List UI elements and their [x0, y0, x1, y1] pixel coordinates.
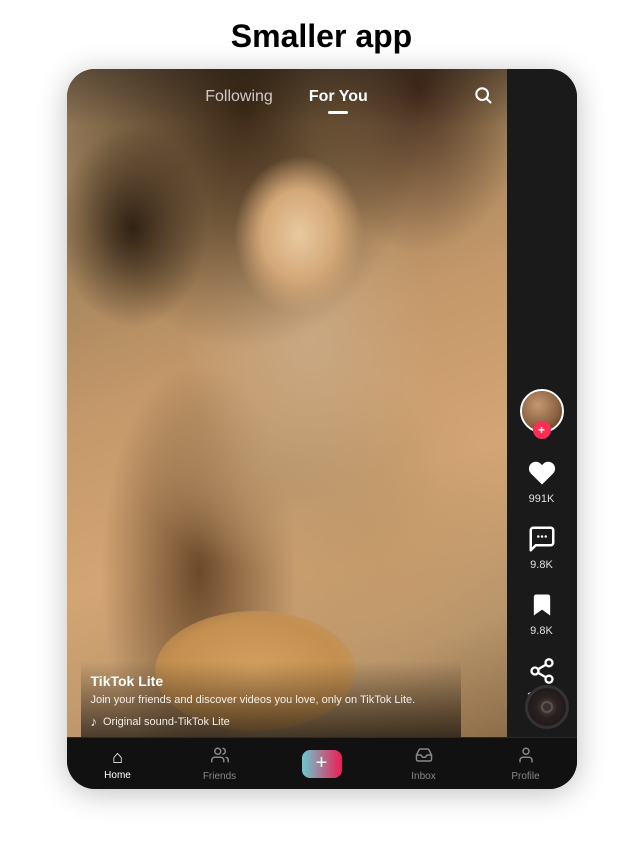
sound-info: ♪ Original sound-TikTok Lite: [91, 714, 451, 729]
friends-label: Friends: [203, 771, 236, 782]
heart-icon: [524, 455, 560, 491]
friends-icon: [211, 746, 229, 769]
right-sidebar: + 991K 9.8K: [507, 69, 577, 789]
device-frame: Following For You TikTok Lite Join your …: [67, 69, 577, 789]
video-area[interactable]: Following For You TikTok Lite Join your …: [67, 69, 507, 789]
creator-avatar-container[interactable]: +: [520, 389, 564, 433]
tab-following[interactable]: Following: [197, 84, 281, 110]
inbox-icon: [415, 746, 433, 769]
plus-icon: +: [316, 752, 328, 775]
sound-text: Original sound-TikTok Lite: [103, 716, 230, 728]
like-button[interactable]: 991K: [524, 455, 560, 505]
page-title: Smaller app: [231, 18, 412, 55]
video-username: TikTok Lite: [91, 673, 451, 689]
vinyl-disc: [525, 685, 569, 729]
bookmark-button[interactable]: 9.8K: [524, 587, 560, 637]
like-count: 991K: [529, 493, 555, 505]
bookmark-count: 9.8K: [530, 625, 553, 637]
comment-count: 9.8K: [530, 559, 553, 571]
bottom-nav: ⌂ Home Friends +: [67, 737, 577, 789]
nav-create[interactable]: +: [271, 750, 373, 778]
home-icon: ⌂: [112, 747, 123, 768]
tab-for-you[interactable]: For You: [301, 84, 376, 110]
nav-friends[interactable]: Friends: [169, 746, 271, 782]
nav-inbox[interactable]: Inbox: [373, 746, 475, 782]
bookmark-icon: [524, 587, 560, 623]
share-icon: [524, 653, 560, 689]
comment-icon: [524, 521, 560, 557]
home-label: Home: [104, 770, 131, 781]
top-nav: Following For You: [67, 69, 507, 125]
nav-profile[interactable]: Profile: [475, 746, 577, 782]
profile-label: Profile: [511, 771, 539, 782]
profile-icon: [517, 746, 535, 769]
create-button[interactable]: +: [302, 750, 342, 778]
comment-button[interactable]: 9.8K: [524, 521, 560, 571]
music-icon: ♪: [91, 714, 98, 729]
video-description: Join your friends and discover videos yo…: [91, 693, 451, 708]
nav-tabs: Following For You: [197, 84, 376, 110]
inbox-label: Inbox: [411, 771, 435, 782]
nav-home[interactable]: ⌂ Home: [67, 747, 169, 781]
follow-badge[interactable]: +: [533, 421, 551, 439]
vinyl-center: [541, 701, 553, 713]
face-highlight: [234, 155, 364, 315]
video-info: TikTok Lite Join your friends and discov…: [81, 661, 461, 737]
search-button[interactable]: [473, 85, 493, 111]
